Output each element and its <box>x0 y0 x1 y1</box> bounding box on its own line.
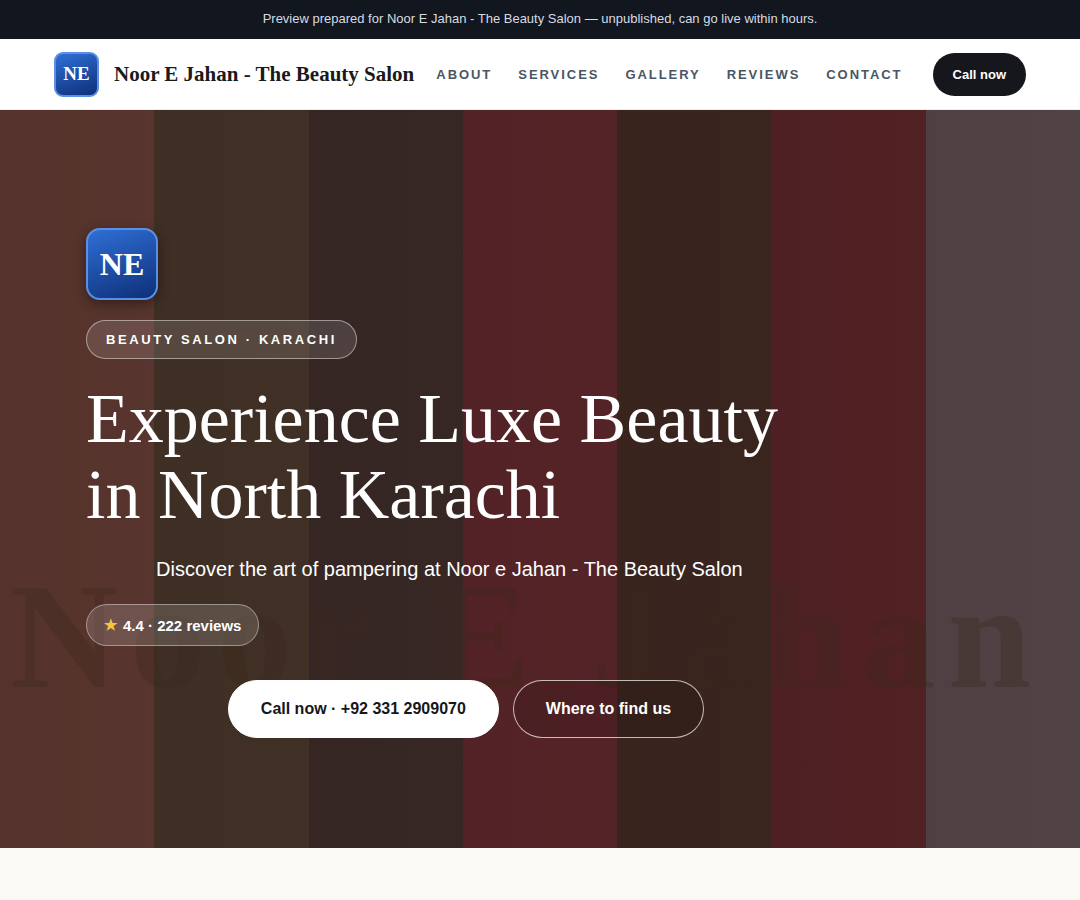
directions-button[interactable]: Where to find us <box>513 680 704 738</box>
call-button[interactable]: Call now <box>933 53 1026 96</box>
nav-links: ABOUT SERVICES GALLERY REVIEWS CONTACT <box>436 67 902 82</box>
next-section <box>0 848 1080 900</box>
nav-link[interactable]: CONTACT <box>826 67 902 82</box>
nav-link[interactable]: REVIEWS <box>727 67 801 82</box>
navbar: NE Noor E Jahan - The Beauty Salon ABOUT SE… <box>0 39 1080 110</box>
brand-name: Noor E Jahan - The Beauty Salon <box>114 62 414 87</box>
hero-title: Experience Luxe Beautyin North Karachi <box>86 381 778 533</box>
call-now-button[interactable]: Call now · +92 331 2909070 <box>228 680 499 738</box>
brand[interactable]: NE Noor E Jahan - The Beauty Salon <box>54 52 414 97</box>
preview-banner: Preview prepared for Noor E Jahan - The … <box>0 0 1080 39</box>
nav-link[interactable]: ABOUT <box>436 67 492 82</box>
nav-link[interactable]: GALLERY <box>625 67 700 82</box>
hero-logo-icon: NE <box>86 228 158 300</box>
rating-badge: ★4.4 · 222 reviews <box>86 604 259 646</box>
page: Preview prepared for Noor E Jahan - The … <box>0 0 1080 900</box>
hero: Noor E JahanNEBEAUTY SALON · KARACHIExpe… <box>0 110 1080 848</box>
hero-content: NE BEAUTY SALON · KARACHI Experience Luxe … <box>0 110 846 808</box>
hero-actions: Call now · +92 331 2909070Where to find … <box>86 680 846 738</box>
logo-icon: NE <box>54 52 99 97</box>
nav-link[interactable]: SERVICES <box>518 67 599 82</box>
category-badge: BEAUTY SALON · KARACHI <box>86 320 357 359</box>
star-icon: ★ <box>104 616 117 634</box>
hero-subtitle: Discover the art of pampering at Noor e … <box>156 551 743 588</box>
